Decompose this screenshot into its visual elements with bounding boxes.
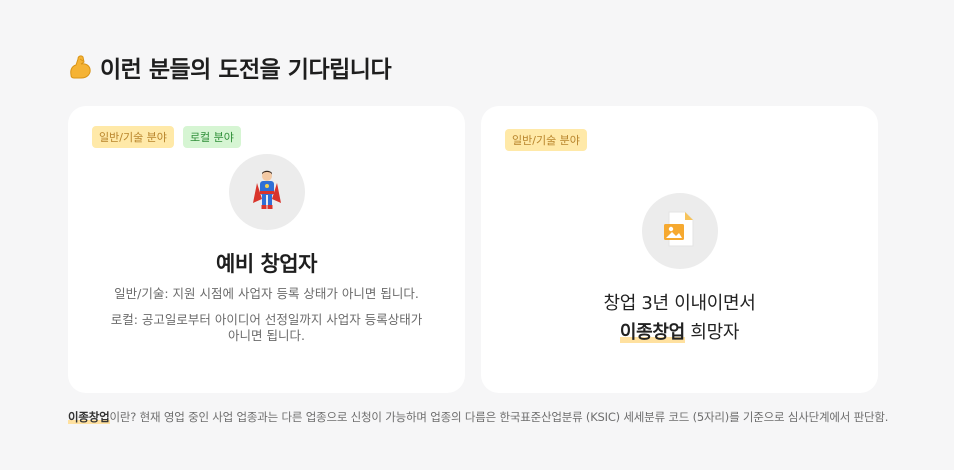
card-diverse-founder: 일반/기술 분야 창업 3년 이내이면서 이종창업 희망자 [481, 106, 878, 393]
footnote-text: 이란? 현재 영업 중인 사업 업종과는 다른 업종으로 신청이 가능하며 업종… [109, 410, 889, 424]
footnote-highlight-term: 이종창업 [68, 410, 110, 424]
target-line-2: 이종창업 희망자 [481, 318, 878, 347]
target-line-1: 창업 3년 이내이면서 [603, 293, 756, 314]
card-title: 예비 창업자 [216, 252, 317, 276]
section-title: 이런 분들의 도전을 기다립니다 [100, 57, 392, 83]
avatar [642, 193, 718, 269]
card-pre-founder: 일반/기술 분야 로컬 분야 예비 창업자 일반/기술: 지원 시점에 사업자 … [68, 106, 465, 393]
badge-general-tech: 일반/기술 분야 [505, 129, 587, 151]
target-line-2-rest: 희망자 [690, 322, 740, 343]
document-image-icon [660, 209, 700, 253]
badge-local: 로컬 분야 [182, 126, 241, 148]
badge-general-tech: 일반/기술 분야 [92, 126, 174, 148]
badge-group: 일반/기술 분야 로컬 분야 [92, 126, 241, 148]
avatar [229, 154, 305, 230]
desc-local: 로컬: 공고일로부터 아이디어 선정일까지 사업자 등록상태가 아니면 됩니다. [110, 312, 423, 343]
flexed-biceps-icon [68, 53, 94, 81]
target-description: 창업 3년 이내이면서 이종창업 희망자 [481, 289, 878, 347]
badge-group: 일반/기술 분야 [505, 129, 587, 151]
footnote: 이종창업이란? 현재 영업 중인 사업 업종과는 다른 업종으로 신청이 가능하… [68, 409, 888, 425]
superhero-icon [250, 169, 284, 215]
highlight-term: 이종창업 [619, 322, 685, 343]
section-heading: 이런 분들의 도전을 기다립니다 [68, 50, 392, 84]
desc-general-tech: 일반/기술: 지원 시점에 사업자 등록 상태가 아니면 됩니다. [114, 286, 419, 301]
